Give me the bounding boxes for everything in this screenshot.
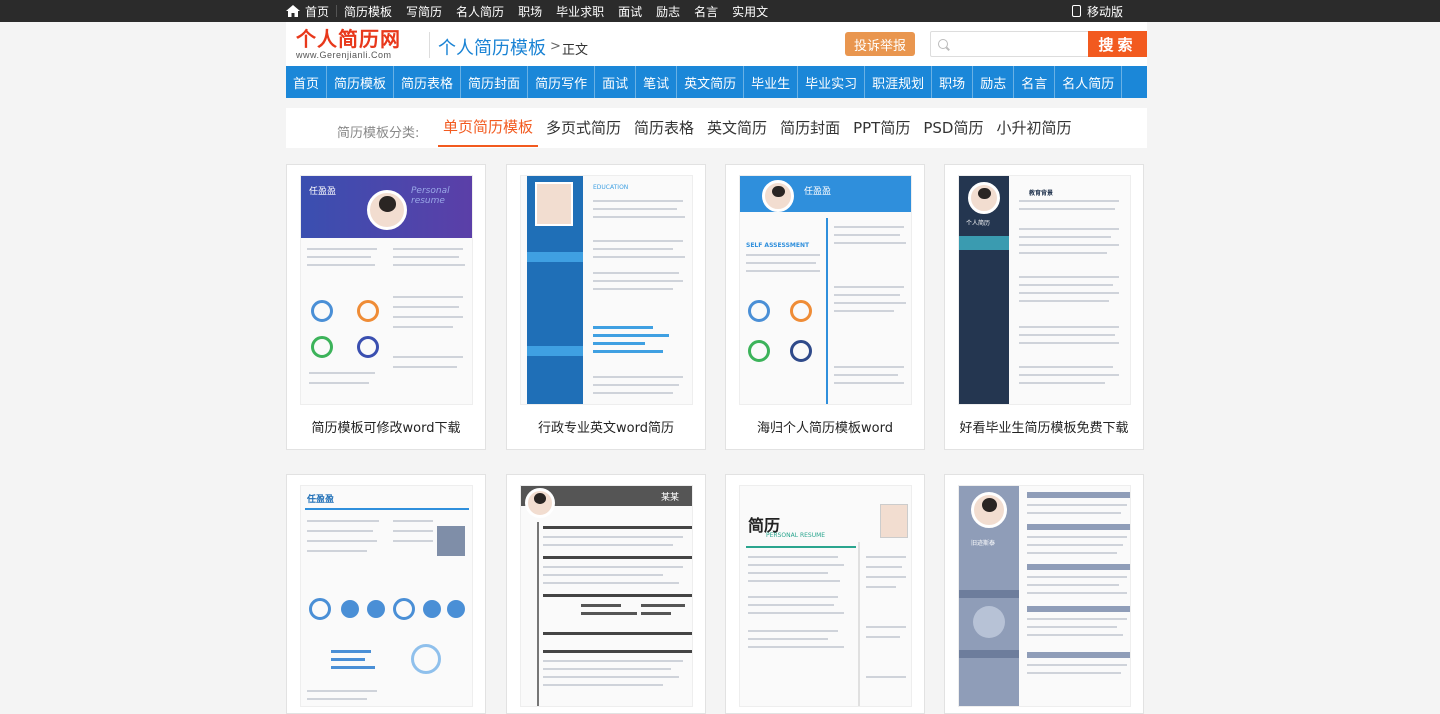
thumb-heading: EDUCATION	[593, 184, 629, 191]
thumb-name: 旧迹斯泰	[971, 540, 996, 547]
nav-item[interactable]: 简历模板	[327, 66, 395, 98]
nav-item[interactable]: 英文简历	[677, 66, 745, 98]
search-field	[930, 31, 1089, 57]
breadcrumb-separator: >	[550, 39, 561, 54]
thumb-name: 任盈盈	[804, 187, 832, 197]
mobile-label: 移动版	[1087, 4, 1124, 19]
thumb-heading: PERSONAL RESUME	[766, 532, 826, 539]
phone-icon	[1072, 5, 1081, 17]
avatar	[968, 182, 1000, 214]
avatar	[525, 488, 555, 518]
thumb-name: 个人简历	[966, 220, 991, 227]
nav-item[interactable]: 毕业实习	[798, 66, 866, 98]
search-button[interactable]: 搜索	[1088, 31, 1147, 57]
thumb-name: 任盈盈	[309, 187, 337, 197]
thumb-heading: SELF ASSESSMENT	[746, 242, 810, 249]
top-link-practical[interactable]: 实用文	[725, 0, 775, 22]
nav-item[interactable]: 名人简历	[1055, 66, 1123, 98]
mobile-version-link[interactable]: 移动版	[1072, 0, 1123, 22]
nav-item[interactable]: 职场	[932, 66, 974, 98]
nav-item[interactable]: 笔试	[636, 66, 678, 98]
search-icon	[938, 39, 948, 49]
template-thumbnail[interactable]: EDUCATION	[520, 175, 693, 405]
thumb-heading: 教育背景	[1029, 190, 1054, 197]
divider	[429, 32, 430, 58]
template-card[interactable]: 任盈盈 Personal resume 简历模板可修改word下载	[286, 164, 486, 450]
nav-item[interactable]: 简历表格	[394, 66, 462, 98]
nav-item[interactable]: 简历写作	[528, 66, 596, 98]
category-tab-multi-page[interactable]: 多页式简历	[541, 108, 626, 147]
category-tab-tables[interactable]: 简历表格	[629, 108, 699, 147]
top-links: 首页 简历模板 写简历 名人简历 职场 毕业求职 面试 励志 名言 实用文	[286, 0, 775, 22]
template-card[interactable]: EDUCATION 行政专业英文word简历	[506, 164, 706, 450]
nav-item[interactable]: 励志	[973, 66, 1015, 98]
template-card[interactable]: 某某	[506, 474, 706, 714]
nav-item[interactable]: 名言	[1014, 66, 1056, 98]
template-card[interactable]: 旧迹斯泰	[944, 474, 1144, 714]
template-title[interactable]: 简历模板可修改word下载	[287, 417, 485, 436]
top-bar: 首页 简历模板 写简历 名人简历 职场 毕业求职 面试 励志 名言 实用文 移动…	[0, 0, 1440, 22]
category-label: 简历模板分类:	[337, 126, 420, 141]
nav-item[interactable]: 毕业生	[744, 66, 799, 98]
template-card[interactable]: 个人简历 教育背景 好看毕业生简历模板免费下载	[944, 164, 1144, 450]
main-nav: 首页 简历模板 简历表格 简历封面 简历写作 面试 笔试 英文简历 毕业生 毕业…	[286, 66, 1147, 98]
thumb-heading: Personal resume	[411, 186, 450, 206]
avatar	[367, 190, 407, 230]
template-title[interactable]: 好看毕业生简历模板免费下载	[945, 417, 1143, 436]
thumb-name: 任盈盈	[307, 495, 335, 505]
template-thumbnail[interactable]: 某某	[520, 485, 693, 707]
top-link-workplace[interactable]: 职场	[511, 0, 549, 22]
nav-item[interactable]: 面试	[595, 66, 637, 98]
top-link-jobs[interactable]: 毕业求职	[549, 0, 611, 22]
home-icon	[286, 5, 300, 17]
top-link-celebrity[interactable]: 名人简历	[449, 0, 511, 22]
logo-title: 个人简历网	[296, 27, 401, 51]
template-thumbnail[interactable]: 任盈盈 SELF ASSESSMENT	[739, 175, 912, 405]
category-tab-ppt[interactable]: PPT简历	[848, 108, 915, 147]
avatar	[762, 180, 794, 212]
search-input[interactable]	[931, 32, 1088, 56]
template-card[interactable]: 任盈盈 SELF ASSESSMENT 海归个人简历模板word	[725, 164, 925, 450]
nav-item[interactable]: 职涯规划	[865, 66, 933, 98]
breadcrumb-current: 正文	[562, 43, 589, 58]
category-bar: 简历模板分类: 单页简历模板 多页式简历 简历表格 英文简历 简历封面 PPT简…	[286, 108, 1147, 148]
avatar	[971, 492, 1007, 528]
thumb-name: 某某	[661, 493, 680, 503]
category-tab-cover[interactable]: 简历封面	[775, 108, 845, 147]
breadcrumb-section[interactable]: 个人简历模板	[438, 34, 546, 60]
template-card[interactable]: 任盈盈	[286, 474, 486, 714]
top-link-label: 首页	[305, 4, 330, 19]
top-link-home[interactable]: 首页	[286, 0, 336, 22]
top-link-write[interactable]: 写简历	[399, 0, 449, 22]
template-title[interactable]: 海归个人简历模板word	[726, 417, 924, 436]
template-thumbnail[interactable]: 任盈盈	[300, 485, 473, 707]
template-title[interactable]: 行政专业英文word简历	[507, 417, 705, 436]
category-tab-primary[interactable]: 小升初简历	[991, 108, 1076, 147]
logo-url: www.Gerenjianli.Com	[296, 50, 392, 60]
top-link-quotes[interactable]: 名言	[687, 0, 725, 22]
top-link-interview[interactable]: 面试	[611, 0, 649, 22]
nav-item[interactable]: 首页	[286, 66, 328, 98]
template-thumbnail[interactable]: 旧迹斯泰	[958, 485, 1131, 707]
template-thumbnail[interactable]: 简历 PERSONAL RESUME	[739, 485, 912, 707]
site-logo[interactable]: 个人简历网 www.Gerenjianli.Com	[296, 28, 426, 64]
template-thumbnail[interactable]: 任盈盈 Personal resume	[300, 175, 473, 405]
site-header: 个人简历网 www.Gerenjianli.Com 个人简历模板 > 正文 投诉…	[286, 22, 1147, 66]
category-tab-single-page[interactable]: 单页简历模板	[438, 108, 539, 147]
category-tabs: 单页简历模板 多页式简历 简历表格 英文简历 简历封面 PPT简历 PSD简历 …	[438, 108, 1079, 148]
top-link-templates[interactable]: 简历模板	[337, 0, 399, 22]
nav-item[interactable]: 简历封面	[461, 66, 529, 98]
category-tab-psd[interactable]: PSD简历	[918, 108, 988, 147]
category-tab-english[interactable]: 英文简历	[702, 108, 772, 147]
template-card[interactable]: 简历 PERSONAL RESUME	[725, 474, 925, 714]
template-thumbnail[interactable]: 个人简历 教育背景	[958, 175, 1131, 405]
top-link-inspiration[interactable]: 励志	[649, 0, 687, 22]
report-button[interactable]: 投诉举报	[845, 32, 915, 56]
